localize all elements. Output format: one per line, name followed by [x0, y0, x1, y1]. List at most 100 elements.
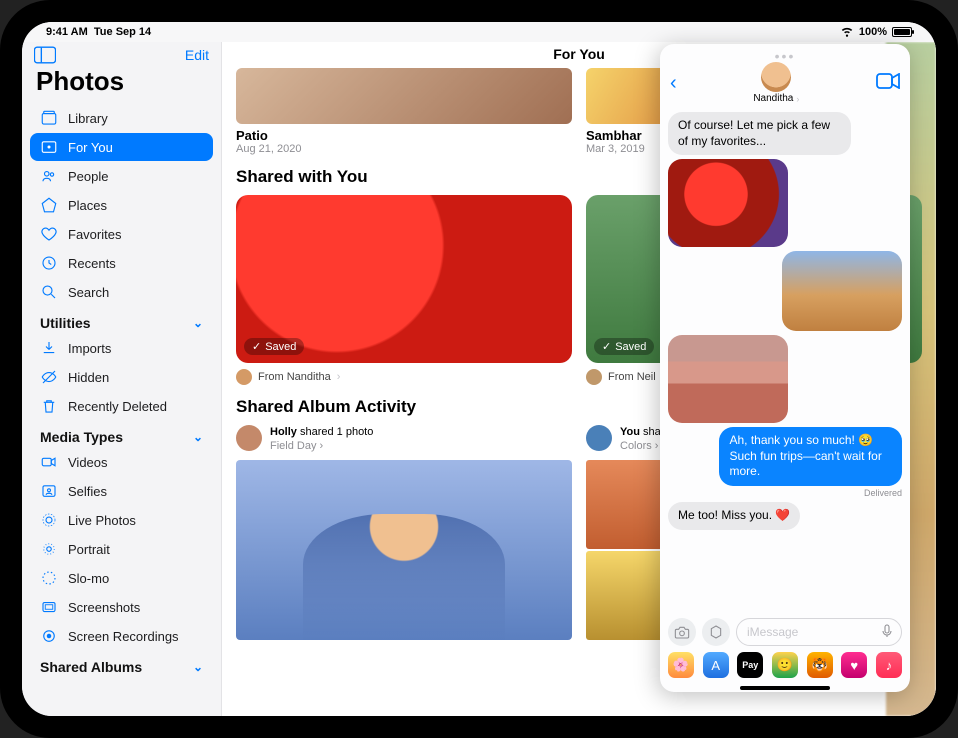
selfies-icon	[40, 482, 58, 500]
activity-album: Colors	[620, 439, 652, 453]
sidebar-item-label: For You	[68, 140, 113, 155]
sidebar-item-recently-deleted[interactable]: Recently Deleted	[30, 392, 213, 420]
app-store-button[interactable]	[702, 618, 730, 646]
message-image-incoming[interactable]	[668, 159, 788, 247]
status-right: 100%	[840, 24, 912, 41]
messages-slideover[interactable]: ••• ‹ Nanditha › Of course! Let me pick …	[660, 44, 910, 692]
screen-recording-icon	[40, 627, 58, 645]
sidebar-item-screen-recordings[interactable]: Screen Recordings	[30, 622, 213, 650]
imessage-app-photos[interactable]: 🌸	[668, 652, 694, 678]
multitask-dots-icon[interactable]: •••	[568, 42, 591, 50]
memory-thumbnail	[236, 68, 572, 124]
status-time: 9:41 AM Tue Sep 14	[46, 26, 151, 38]
sidebar-item-label: Screen Recordings	[68, 629, 179, 644]
memory-date: Aug 21, 2020	[236, 143, 572, 155]
imessage-app-memoji[interactable]: 🙂	[772, 652, 798, 678]
shared-from-label: From Neil	[608, 371, 656, 383]
sidebar-item-favorites[interactable]: Favorites	[30, 220, 213, 248]
sidebar-item-label: Recents	[68, 256, 116, 271]
ipad-frame: 9:41 AM Tue Sep 14 100% Edit Photos	[0, 0, 958, 738]
section-label: Shared Albums	[40, 659, 142, 675]
sidebar-item-label: Hidden	[68, 370, 109, 385]
sidebar-item-label: Search	[68, 285, 109, 300]
message-image-incoming[interactable]	[668, 335, 788, 423]
shared-from-label: From Nanditha	[258, 371, 331, 383]
sidebar-list: Library For You People Places	[22, 103, 221, 716]
chevron-right-icon: ›	[337, 371, 341, 383]
sidebar-item-label: People	[68, 169, 108, 184]
message-input[interactable]: iMessage	[736, 618, 902, 646]
chevron-right-icon: ›	[796, 94, 799, 104]
saved-badge: ✓ Saved	[244, 338, 304, 355]
avatar	[586, 425, 612, 451]
section-media-types[interactable]: Media Types ⌄	[28, 421, 215, 447]
shared-card[interactable]: ✓ Saved From Nanditha ›	[236, 195, 572, 385]
imessage-app-digital-touch[interactable]: ♥	[841, 652, 867, 678]
activity-action: shared 1 photo	[300, 426, 373, 438]
avatar	[236, 369, 252, 385]
edit-button[interactable]: Edit	[185, 47, 209, 63]
live-photos-icon	[40, 511, 58, 529]
sidebar-item-places[interactable]: Places	[30, 191, 213, 219]
memory-title: Patio	[236, 128, 572, 143]
sidebar-item-label: Imports	[68, 341, 111, 356]
imessage-app-strip: 🌸 A Pay 🙂 🐯 ♥ ♪	[660, 648, 910, 686]
message-image-incoming[interactable]	[782, 251, 902, 331]
chevron-right-icon: ›	[319, 439, 323, 453]
video-icon	[40, 453, 58, 471]
sidebar-item-people[interactable]: People	[30, 162, 213, 190]
sidebar-item-for-you[interactable]: For You	[30, 133, 213, 161]
people-icon	[40, 167, 58, 185]
message-bubble-incoming[interactable]: Of course! Let me pick a few of my favor…	[668, 112, 851, 155]
memory-card[interactable]: Patio Aug 21, 2020	[236, 68, 572, 155]
imessage-app-apple-pay[interactable]: Pay	[737, 652, 763, 678]
contact-info[interactable]: Nanditha ›	[753, 62, 799, 104]
section-utilities[interactable]: Utilities ⌄	[28, 307, 215, 333]
trash-icon	[40, 397, 58, 415]
sidebar-item-portrait[interactable]: Portrait	[30, 535, 213, 563]
sidebar-item-screenshots[interactable]: Screenshots	[30, 593, 213, 621]
facetime-video-button[interactable]	[876, 73, 900, 94]
camera-button[interactable]	[668, 618, 696, 646]
slideover-grabber-icon[interactable]: •••	[775, 48, 796, 64]
contact-name: Nanditha	[753, 93, 793, 104]
status-bar: 9:41 AM Tue Sep 14 100%	[22, 22, 936, 42]
activity-card[interactable]: Holly shared 1 photo Field Day ›	[236, 425, 572, 640]
avatar	[236, 425, 262, 451]
sidebar-item-recents[interactable]: Recents	[30, 249, 213, 277]
imessage-app-music[interactable]: ♪	[876, 652, 902, 678]
sidebar-item-library[interactable]: Library	[30, 104, 213, 132]
message-bubble-outgoing[interactable]: Ah, thank you so much! 🥹 Such fun trips—…	[719, 427, 902, 486]
sidebar-item-search[interactable]: Search	[30, 278, 213, 306]
sidebar-item-hidden[interactable]: Hidden	[30, 363, 213, 391]
section-shared-albums[interactable]: Shared Albums ⌄	[28, 651, 215, 677]
imessage-app-appstore[interactable]: A	[703, 652, 729, 678]
activity-album: Field Day	[270, 439, 316, 453]
sidebar-item-label: Library	[68, 111, 108, 126]
slomo-icon	[40, 569, 58, 587]
portrait-icon	[40, 540, 58, 558]
avatar	[586, 369, 602, 385]
home-indicator[interactable]	[740, 686, 830, 690]
sidebar-item-imports[interactable]: Imports	[30, 334, 213, 362]
sidebar-item-label: Slo-mo	[68, 571, 109, 586]
chevron-down-icon: ⌄	[193, 660, 203, 674]
search-icon	[40, 283, 58, 301]
back-button[interactable]: ‹	[670, 72, 677, 95]
sidebar-item-label: Favorites	[68, 227, 121, 242]
sidebar-toggle-icon[interactable]	[34, 46, 56, 64]
sidebar-item-selfies[interactable]: Selfies	[30, 477, 213, 505]
message-thread[interactable]: Of course! Let me pick a few of my favor…	[660, 108, 910, 614]
dictation-icon[interactable]	[879, 623, 895, 642]
sidebar-item-live-photos[interactable]: Live Photos	[30, 506, 213, 534]
message-bubble-incoming[interactable]: Me too! Miss you. ❤️	[668, 502, 800, 530]
sidebar-item-slomo[interactable]: Slo-mo	[30, 564, 213, 592]
places-icon	[40, 196, 58, 214]
activity-photo	[236, 460, 572, 640]
imessage-app-stickers[interactable]: 🐯	[807, 652, 833, 678]
shared-from-row[interactable]: From Nanditha ›	[236, 369, 572, 385]
saved-badge: ✓ Saved	[594, 338, 654, 355]
sidebar-item-label: Videos	[68, 455, 108, 470]
shared-image: ✓ Saved	[236, 195, 572, 363]
sidebar-item-videos[interactable]: Videos	[30, 448, 213, 476]
